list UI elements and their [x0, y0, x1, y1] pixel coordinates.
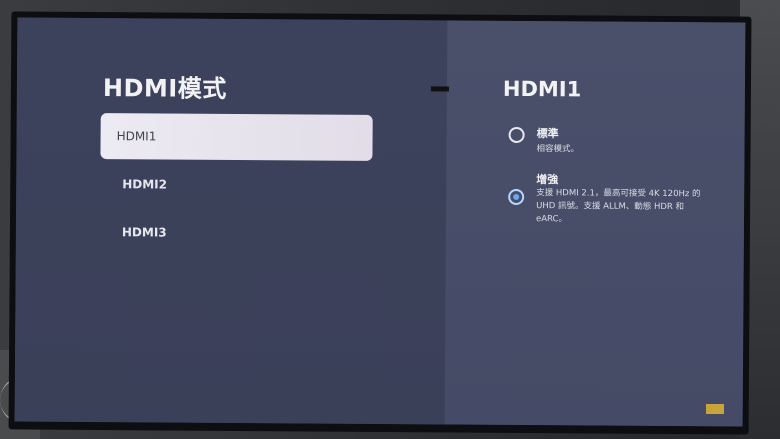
- screen-artifact: [430, 86, 449, 92]
- menu-item-label: HDMI1: [116, 129, 157, 144]
- menu-item-label: HDMI3: [121, 225, 167, 240]
- option-label: 標準: [536, 127, 559, 141]
- radio-selected-icon[interactable]: [508, 188, 525, 206]
- tv-screen: HDMI模式 HDMI1 HDMI2 HDMI3 HDMI1 標準 相容模式。 …: [14, 17, 746, 427]
- page-title: HDMI模式: [102, 74, 227, 103]
- menu-item-hdmi1[interactable]: HDMI1: [100, 113, 373, 161]
- option-description: 相容模式。: [536, 144, 580, 155]
- menu-item-label: HDMI2: [122, 177, 168, 192]
- tv-sticker: [706, 404, 724, 414]
- detail-title: HDMI1: [502, 76, 582, 102]
- menu-item-hdmi3[interactable]: HDMI3: [100, 209, 372, 257]
- radio-unselected-icon[interactable]: [508, 126, 525, 144]
- option-label: 增強: [536, 173, 559, 187]
- option-enhanced[interactable]: 增強 支援 HDMI 2.1，最高可接受 4K 120Hz 的 UHD 訊號。支…: [508, 171, 708, 232]
- option-standard[interactable]: 標準 相容模式。: [508, 125, 708, 166]
- option-description: 支援 HDMI 2.1，最高可接受 4K 120Hz 的 UHD 訊號。支援 A…: [535, 188, 701, 225]
- menu-item-hdmi2[interactable]: HDMI2: [100, 161, 372, 209]
